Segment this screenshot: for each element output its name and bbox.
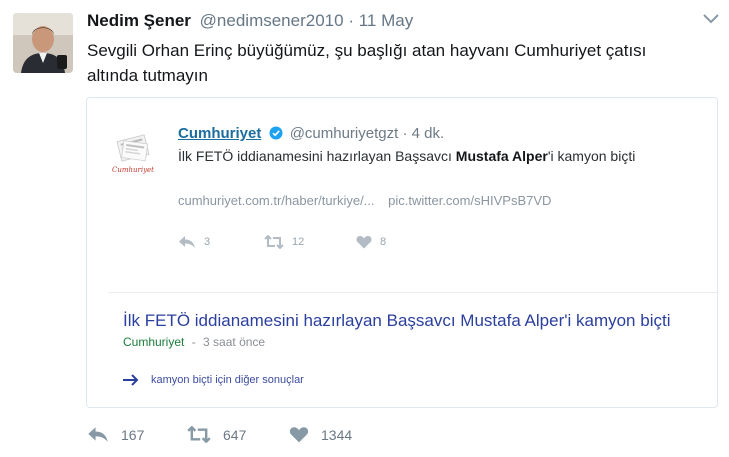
quoted-reply-action[interactable]: 3 (178, 235, 210, 249)
reply-icon (179, 236, 195, 248)
heart-icon (356, 236, 372, 249)
quoted-text-end: 'i kamyon biçti (547, 148, 636, 164)
quoted-author-name[interactable]: Cumhuriyet (178, 125, 261, 142)
retweet-icon (187, 426, 211, 443)
media-link[interactable]: pic.twitter.com/sHIVPsB7VD (388, 193, 551, 208)
search-result-age: 3 saat önce (203, 335, 266, 349)
quoted-separator-dot: · (402, 125, 408, 142)
chevron-down-icon[interactable] (702, 12, 720, 26)
retweet-icon (264, 235, 284, 249)
tweet-header: Nedim Şener @nedimsener2010 · 11 May (87, 11, 413, 31)
quoted-text-bold: Mustafa Alper (455, 148, 548, 164)
like-count: 1344 (321, 426, 353, 443)
quoted-author-handle[interactable]: @cumhuriyetgzt (290, 125, 399, 142)
more-results-link[interactable]: kamyon biçti için diğer sonuçlar (123, 374, 304, 386)
article-link[interactable]: cumhuriyet.com.tr/haber/turkiye/... (178, 193, 375, 208)
search-result-separator: - (191, 335, 196, 349)
tweet-text: Sevgili Orhan Erinç büyüğümüz, şu başlığ… (87, 41, 647, 85)
retweet-action[interactable]: 647 (187, 426, 246, 443)
logo-text: Cumhuriyet (111, 166, 154, 174)
tweet-timestamp[interactable]: 11 May (359, 11, 414, 30)
heart-icon (289, 427, 309, 443)
search-result-meta: Cumhuriyet - 3 saat önce (123, 335, 265, 349)
verified-badge-icon (269, 126, 283, 144)
author-handle[interactable]: @nedimsener2010 (200, 11, 344, 30)
quoted-timestamp[interactable]: 4 dk. (412, 125, 445, 142)
author-name[interactable]: Nedim Şener (87, 11, 191, 30)
author-avatar[interactable] (13, 13, 73, 73)
search-result-title[interactable]: İlk FETÖ iddianamesini hazırlayan Başsav… (123, 311, 670, 331)
quoted-card[interactable]: Cumhuriyet Cumhuriyet @cumhuriyetgzt · 4… (86, 97, 718, 408)
reply-icon (88, 427, 108, 442)
quoted-retweet-action[interactable]: 12 (264, 235, 304, 249)
quoted-header: Cumhuriyet @cumhuriyetgzt · 4 dk. (178, 125, 444, 144)
arrow-right-icon (123, 374, 139, 386)
quoted-links: cumhuriyet.com.tr/haber/turkiye/... pic.… (178, 193, 551, 208)
quoted-retweet-count: 12 (292, 236, 305, 248)
reply-action[interactable]: 167 (87, 426, 144, 443)
quoted-action-bar: 3 12 8 (178, 235, 438, 253)
cumhuriyet-logo[interactable]: Cumhuriyet (107, 128, 159, 178)
search-result-source: Cumhuriyet (123, 335, 185, 349)
quoted-text: İlk FETÖ iddianamesini hazırlayan Başsav… (178, 148, 708, 164)
retweet-count: 647 (223, 426, 247, 443)
quoted-text-start: İlk FETÖ iddianamesini hazırlayan Başsav… (178, 148, 456, 164)
tweet-action-bar: 167 647 1344 (87, 426, 387, 446)
reply-count: 167 (121, 426, 145, 443)
separator-dot: · (348, 11, 354, 30)
like-action[interactable]: 1344 (289, 426, 352, 443)
quoted-like-count: 8 (380, 236, 387, 248)
quoted-like-action[interactable]: 8 (356, 235, 386, 249)
quoted-reply-count: 3 (204, 236, 211, 248)
tweet: Nedim Şener @nedimsener2010 · 11 May Sev… (0, 0, 729, 457)
divider (108, 292, 718, 293)
more-results-label: kamyon biçti için diğer sonuçlar (151, 374, 304, 386)
